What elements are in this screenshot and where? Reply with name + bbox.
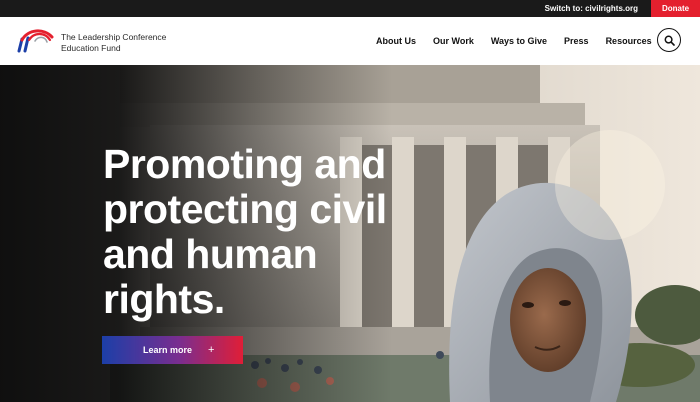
plus-icon: + — [208, 344, 215, 356]
hero-heading: Promoting and protecting civil and human… — [103, 142, 443, 322]
hero-heading-line: rights. — [103, 276, 225, 322]
org-name-line2: Education Fund — [61, 43, 121, 53]
switch-site-link[interactable]: Switch to: civilrights.org — [545, 0, 638, 17]
search-button[interactable] — [657, 28, 681, 52]
search-icon — [664, 35, 675, 46]
nav-resources[interactable]: Resources — [606, 36, 652, 46]
org-name-line1: The Leadership Conference — [61, 32, 167, 42]
nav-about-us[interactable]: About Us — [376, 36, 416, 46]
site-header: The Leadership Conference Education Fund… — [0, 17, 700, 65]
nav-ways-to-give[interactable]: Ways to Give — [491, 36, 547, 46]
learn-more-button[interactable]: Learn more + — [102, 336, 243, 364]
hero-heading-line: and human — [103, 231, 318, 277]
learn-more-label: Learn more — [143, 345, 193, 355]
nav-press[interactable]: Press — [564, 36, 589, 46]
utility-bar: Switch to: civilrights.org Donate — [0, 0, 700, 17]
main-nav: About Us Our Work Ways to Give Press Res… — [376, 17, 669, 65]
donate-button[interactable]: Donate — [651, 0, 700, 17]
hero-heading-line: protecting civil — [103, 186, 387, 232]
logo-arcs-icon[interactable] — [16, 27, 56, 53]
org-name[interactable]: The Leadership Conference Education Fund — [61, 32, 166, 54]
hero-section: Promoting and protecting civil and human… — [0, 65, 700, 402]
hero-heading-line: Promoting and — [103, 141, 386, 187]
nav-our-work[interactable]: Our Work — [433, 36, 474, 46]
